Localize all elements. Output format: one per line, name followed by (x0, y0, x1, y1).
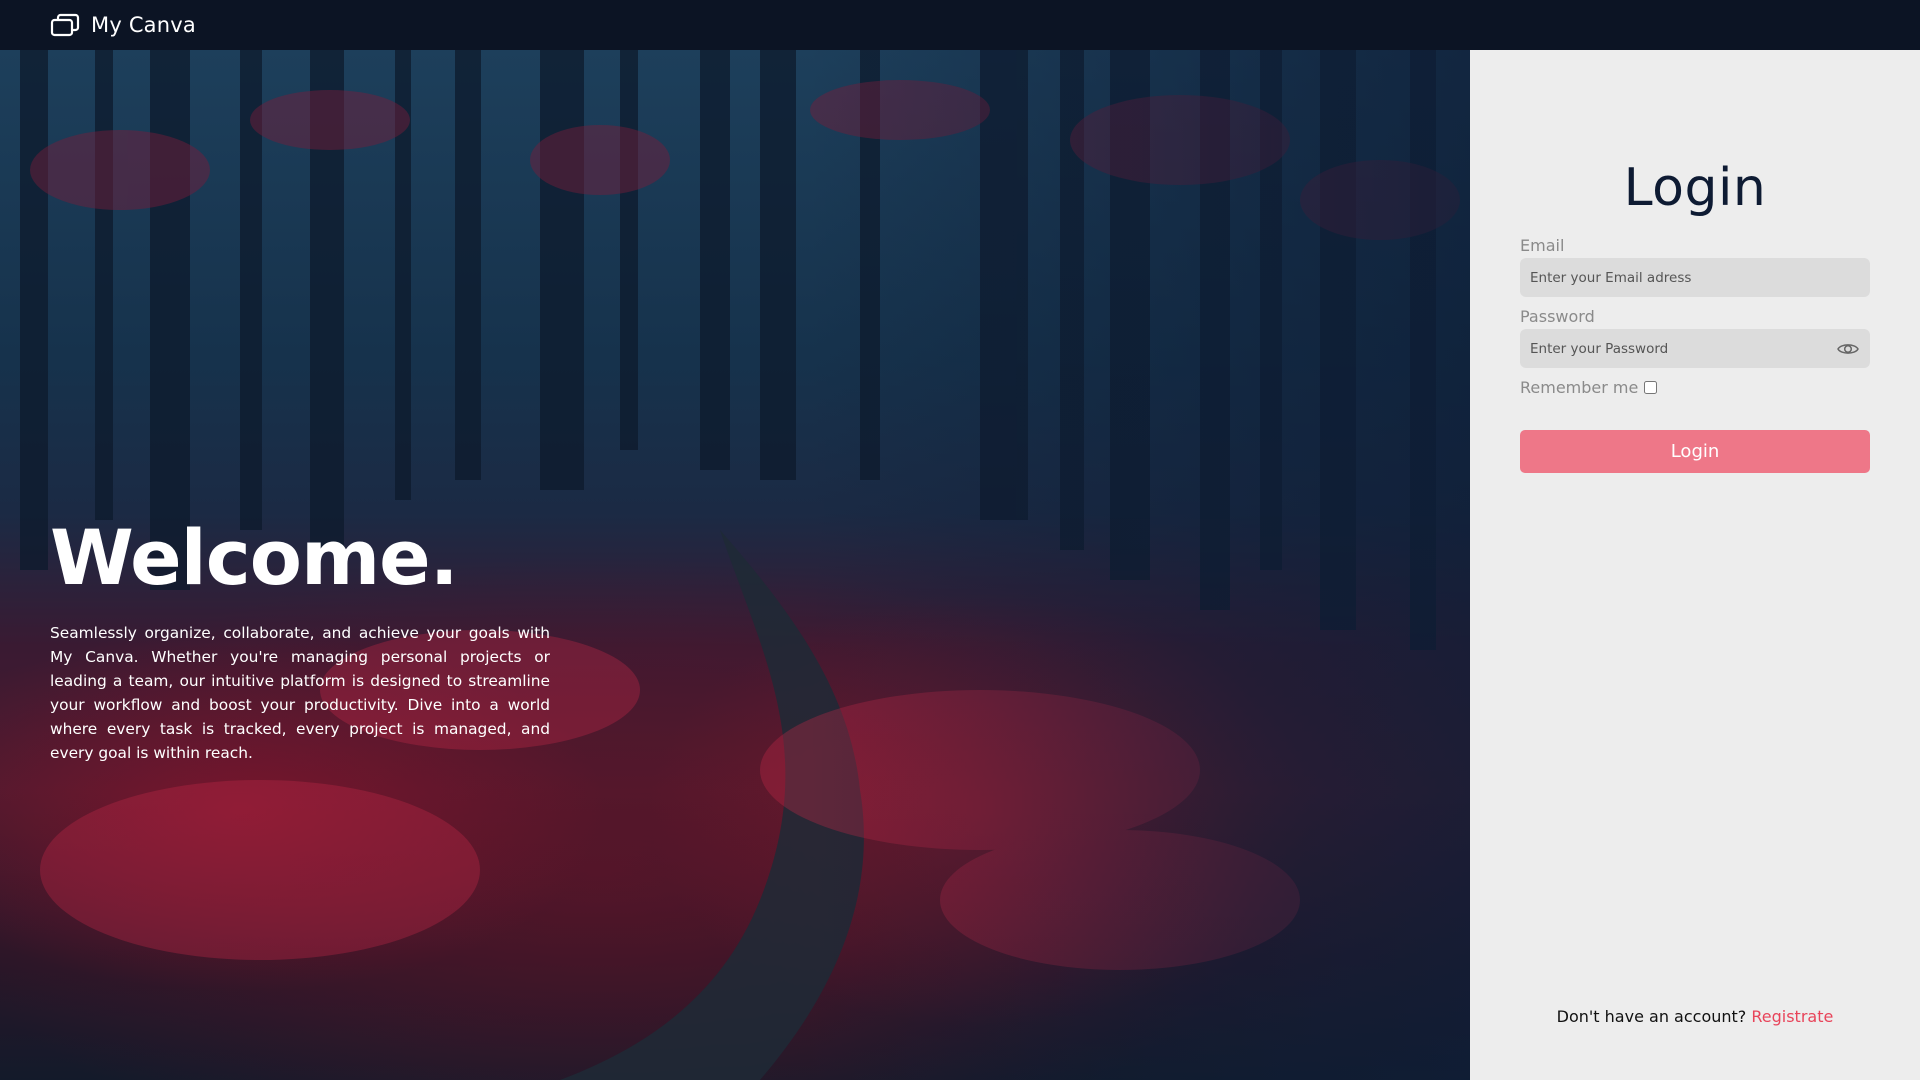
brand[interactable]: My Canva (50, 13, 196, 37)
remember-me-label: Remember me (1520, 378, 1639, 397)
hero-background: Welcome. Seamlessly organize, collaborat… (0, 50, 1470, 1080)
eye-icon[interactable] (1836, 337, 1860, 361)
brand-name: My Canva (91, 13, 196, 37)
email-field[interactable] (1520, 258, 1870, 297)
password-field-wrapper (1520, 329, 1870, 368)
hero-title: Welcome. (50, 513, 459, 602)
register-prompt: Don't have an account? Registrate (1470, 1007, 1920, 1026)
register-link[interactable]: Registrate (1751, 1007, 1833, 1026)
password-field[interactable] (1520, 329, 1870, 368)
no-account-text: Don't have an account? (1556, 1007, 1747, 1026)
top-navbar: My Canva (0, 0, 1920, 50)
password-label: Password (1520, 307, 1595, 326)
login-form: Email Password Remember me Login (1520, 236, 1870, 473)
login-title: Login (1623, 158, 1767, 218)
windows-stack-icon (50, 13, 80, 37)
email-field-wrapper (1520, 258, 1870, 297)
email-label: Email (1520, 236, 1565, 255)
hero-description: Seamlessly organize, collaborate, and ac… (50, 624, 550, 762)
remember-me-checkbox[interactable] (1644, 381, 1658, 394)
remember-me-row: Remember me (1520, 378, 1870, 397)
hero-content: Welcome. Seamlessly organize, collaborat… (50, 520, 550, 765)
login-button[interactable]: Login (1520, 430, 1870, 473)
login-panel: Login Email Password Remember me Login D… (1470, 50, 1920, 1080)
